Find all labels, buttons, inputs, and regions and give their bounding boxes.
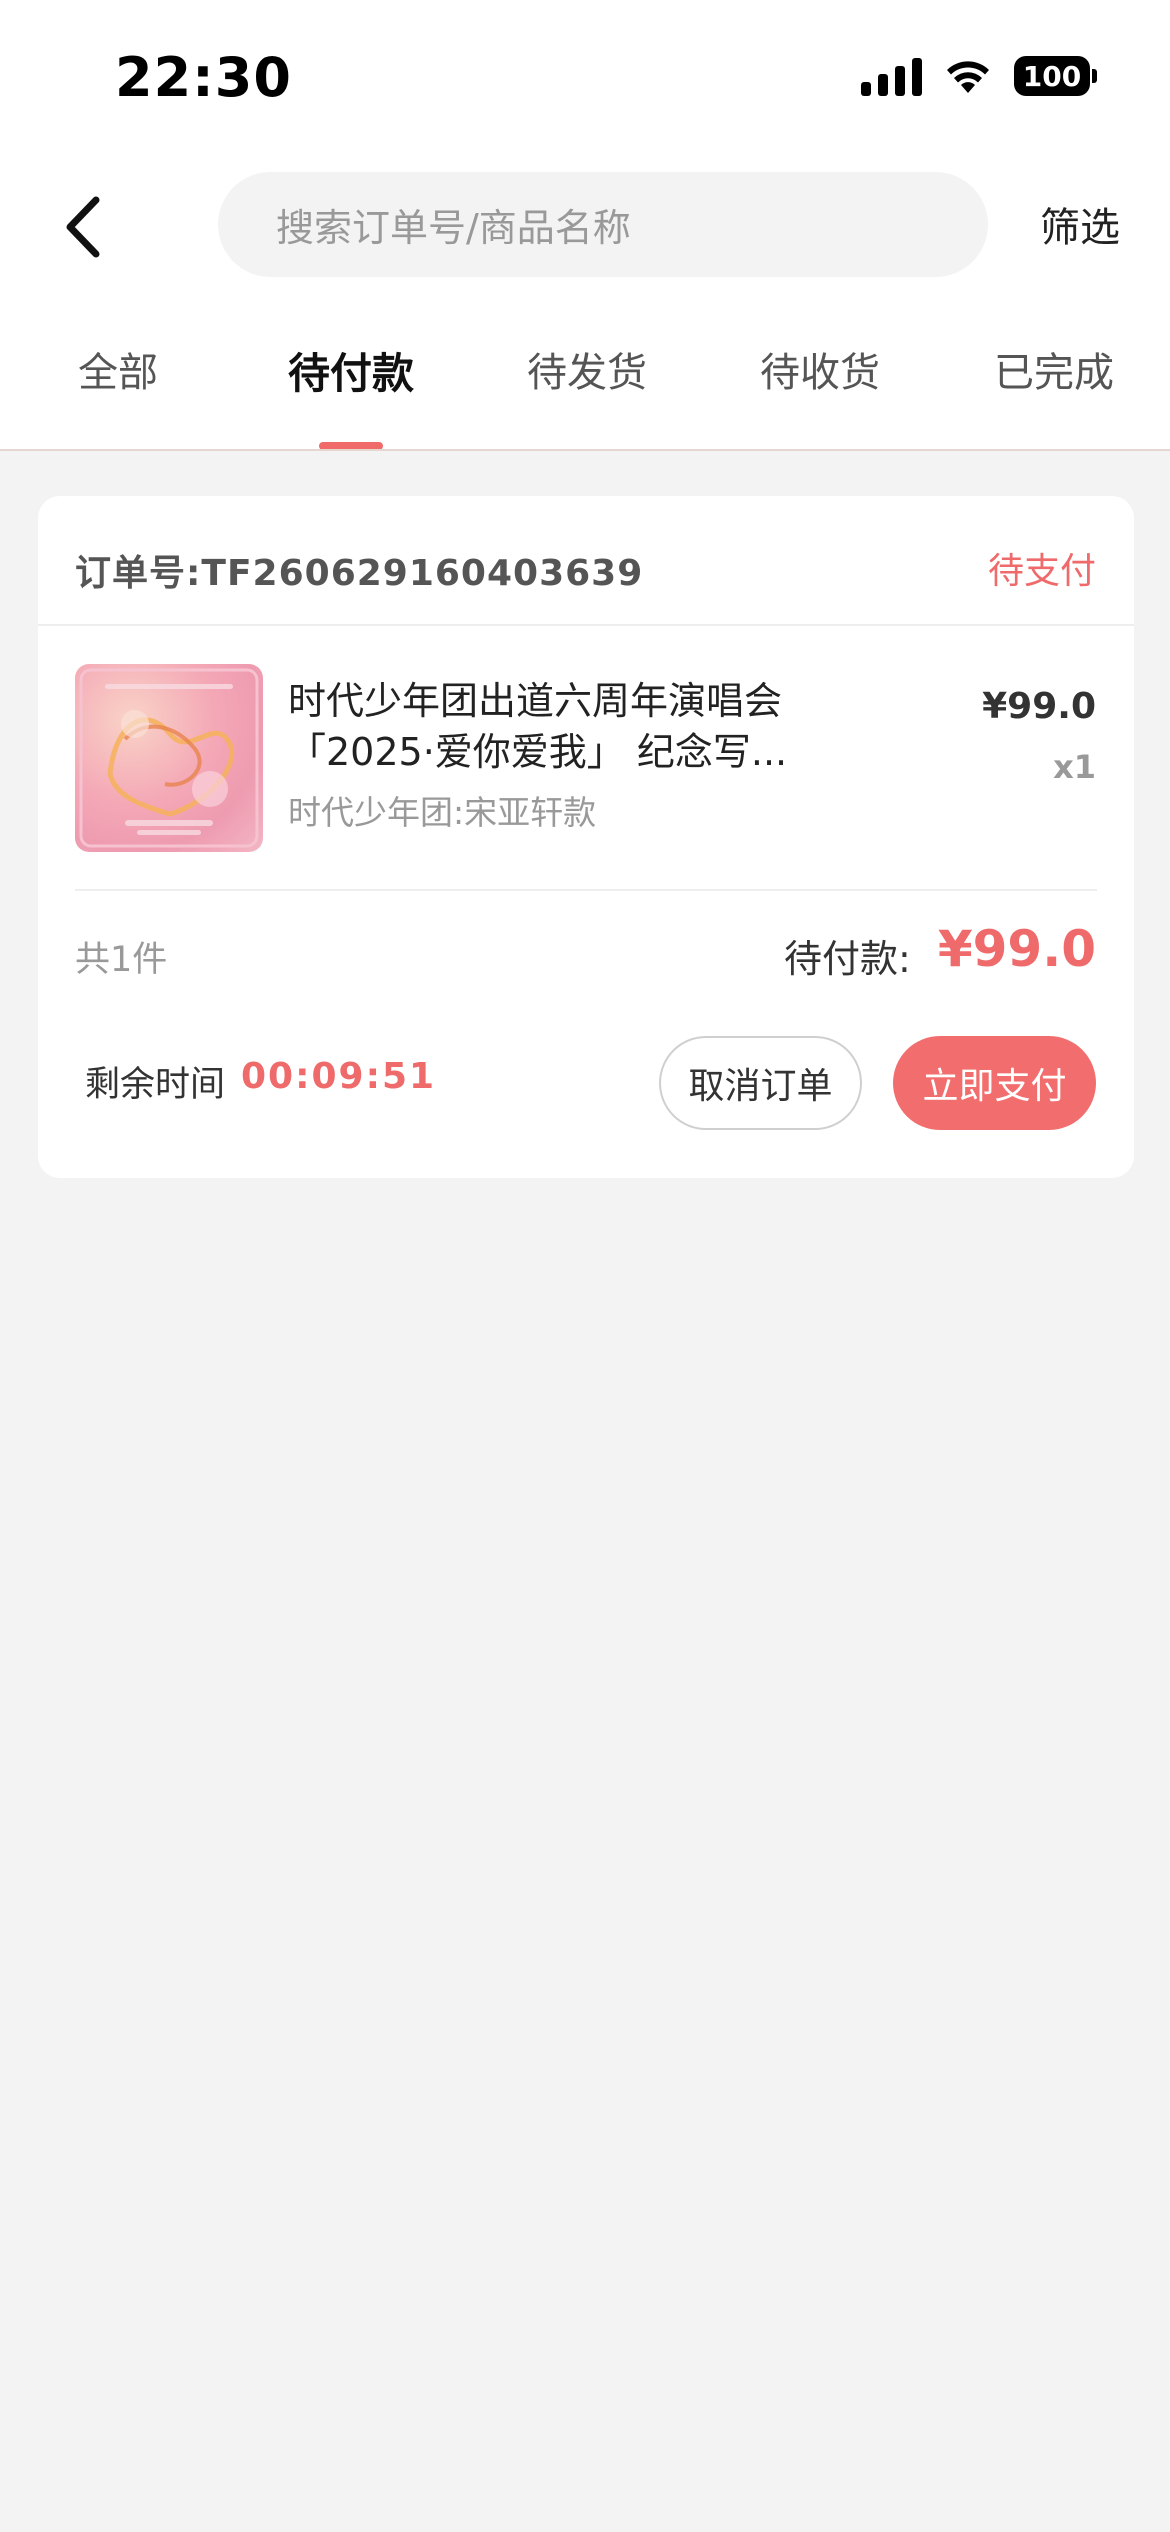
amount-due-label: 待付款: bbox=[784, 937, 911, 981]
order-card[interactable]: 订单号:TF260629160403639 待支付 时代少年团出道六周年演唱会「… bbox=[38, 496, 1134, 1178]
item-divider bbox=[75, 889, 1097, 891]
pay-now-button[interactable]: 立即支付 bbox=[893, 1036, 1096, 1130]
product-quantity: x1 bbox=[1053, 748, 1096, 786]
wifi-icon bbox=[947, 61, 989, 93]
product-artwork bbox=[79, 668, 259, 848]
status-icons: 100 bbox=[861, 52, 1097, 100]
remaining-time-countdown: 00:09:51 bbox=[241, 1056, 437, 1097]
order-number: 订单号:TF260629160403639 bbox=[75, 553, 644, 594]
product-name[interactable]: 时代少年团出道六周年演唱会「2025·爱你爱我」 纪念写... bbox=[288, 676, 828, 778]
tabs-bottom-divider bbox=[0, 449, 1170, 451]
tab-pending-receipt[interactable]: 待收货 bbox=[760, 340, 880, 398]
tab-pending-payment[interactable]: 待付款 bbox=[288, 340, 414, 401]
back-chevron-icon[interactable] bbox=[58, 192, 108, 262]
search-placeholder: 搜索订单号/商品名称 bbox=[276, 206, 631, 250]
tab-all[interactable]: 全部 bbox=[78, 340, 158, 398]
remaining-time-label: 剩余时间 bbox=[85, 1065, 226, 1105]
filter-button[interactable]: 筛选 bbox=[1040, 195, 1120, 253]
product-variant: 时代少年团:宋亚轩款 bbox=[288, 793, 597, 832]
tab-pending-shipment[interactable]: 待发货 bbox=[527, 340, 647, 398]
battery-icon: 100 bbox=[1014, 56, 1097, 96]
search-input[interactable]: 搜索订单号/商品名称 bbox=[218, 172, 988, 277]
order-status-badge: 待支付 bbox=[987, 551, 1096, 592]
item-count: 共1件 bbox=[75, 940, 168, 980]
product-thumbnail[interactable] bbox=[75, 664, 263, 852]
cellular-signal-icon bbox=[861, 56, 922, 96]
cancel-order-button[interactable]: 取消订单 bbox=[659, 1036, 862, 1130]
tab-completed[interactable]: 已完成 bbox=[994, 340, 1114, 398]
order-status-tabs: 全部 待付款 待发货 待收货 已完成 bbox=[0, 340, 1170, 450]
product-price: ¥99.0 bbox=[982, 686, 1096, 727]
order-list-page: 22:30 100 搜索订单号/商品名称 筛选 全部 待付款 待发货 待收货 已… bbox=[0, 0, 1170, 2532]
status-time: 22:30 bbox=[115, 46, 292, 109]
card-divider bbox=[38, 624, 1134, 626]
amount-due-value: ¥99.0 bbox=[937, 920, 1096, 978]
